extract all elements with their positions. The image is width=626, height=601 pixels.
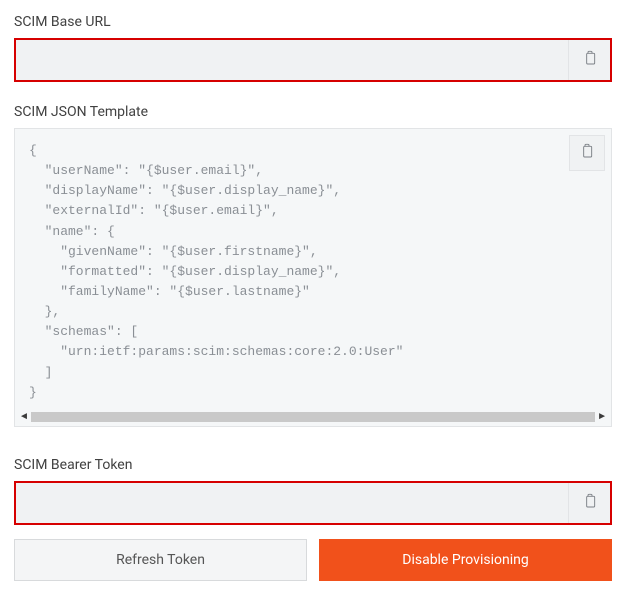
scim-json-template-label: SCIM JSON Template	[14, 104, 612, 120]
scim-bearer-token-field	[14, 481, 612, 525]
scim-bearer-token-label: SCIM Bearer Token	[14, 457, 612, 473]
scroll-left-arrow[interactable]: ◄	[17, 412, 31, 422]
clipboard-icon	[579, 142, 595, 164]
scim-base-url-field	[14, 38, 612, 82]
clipboard-icon	[582, 49, 598, 71]
scim-json-template-code[interactable]: { "userName": "{$user.email}", "displayN…	[15, 129, 611, 411]
copy-scim-json-button[interactable]	[569, 135, 605, 171]
horizontal-scrollbar[interactable]: ◄ ►	[15, 411, 611, 426]
clipboard-icon	[582, 492, 598, 514]
copy-scim-bearer-token-button[interactable]	[568, 483, 610, 523]
scim-bearer-token-input[interactable]	[16, 483, 568, 523]
disable-provisioning-button[interactable]: Disable Provisioning	[319, 539, 612, 581]
scim-base-url-input[interactable]	[16, 40, 568, 80]
scrollbar-track[interactable]	[31, 412, 595, 422]
scim-json-template-box: { "userName": "{$user.email}", "displayN…	[14, 128, 612, 427]
copy-scim-base-url-button[interactable]	[568, 40, 610, 80]
scroll-right-arrow[interactable]: ►	[595, 412, 609, 422]
refresh-token-button[interactable]: Refresh Token	[14, 539, 307, 581]
scim-base-url-label: SCIM Base URL	[14, 14, 612, 30]
action-button-row: Refresh Token Disable Provisioning	[14, 539, 612, 581]
